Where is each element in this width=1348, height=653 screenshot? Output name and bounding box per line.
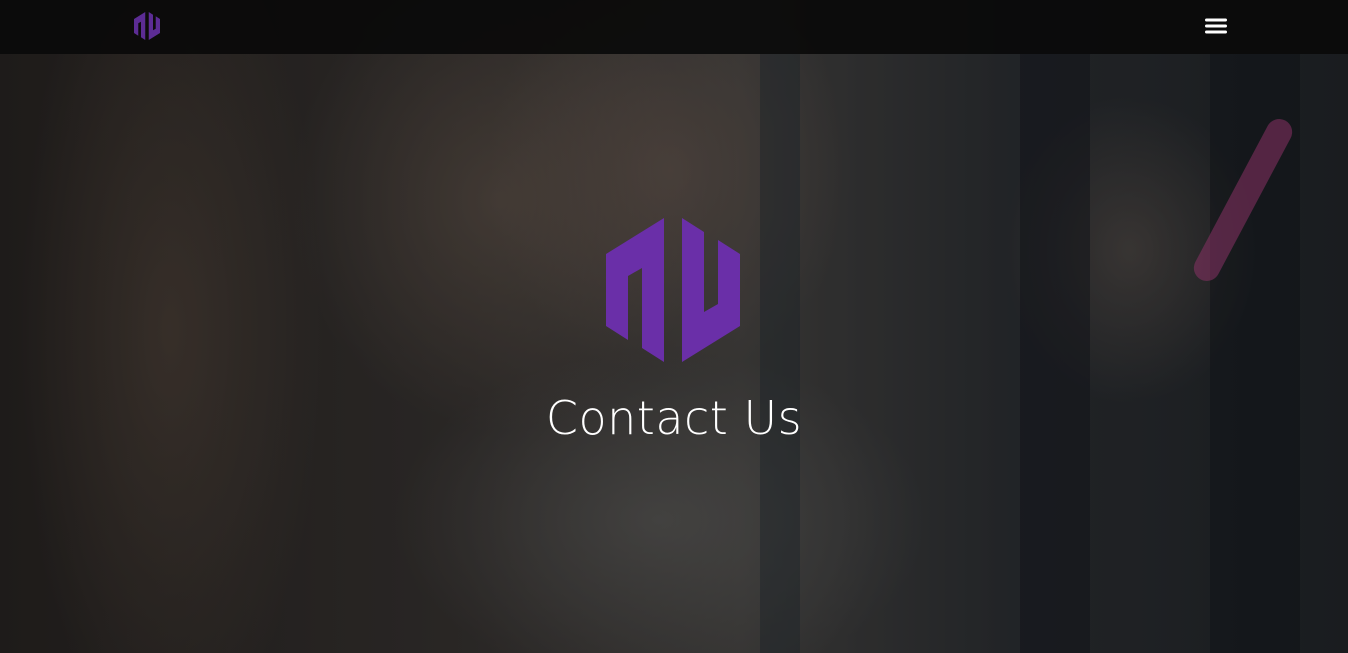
top-navbar (0, 0, 1348, 54)
page: Contact Us (0, 0, 1348, 653)
nav-logo-link[interactable] (134, 12, 160, 40)
nu-logo-icon (134, 12, 160, 40)
hero-section: Contact Us (0, 0, 1348, 653)
hamburger-menu-icon (1205, 18, 1227, 34)
page-title: Contact Us (545, 391, 803, 445)
hamburger-menu-button[interactable] (1201, 13, 1231, 39)
nu-logo-icon (606, 218, 740, 362)
